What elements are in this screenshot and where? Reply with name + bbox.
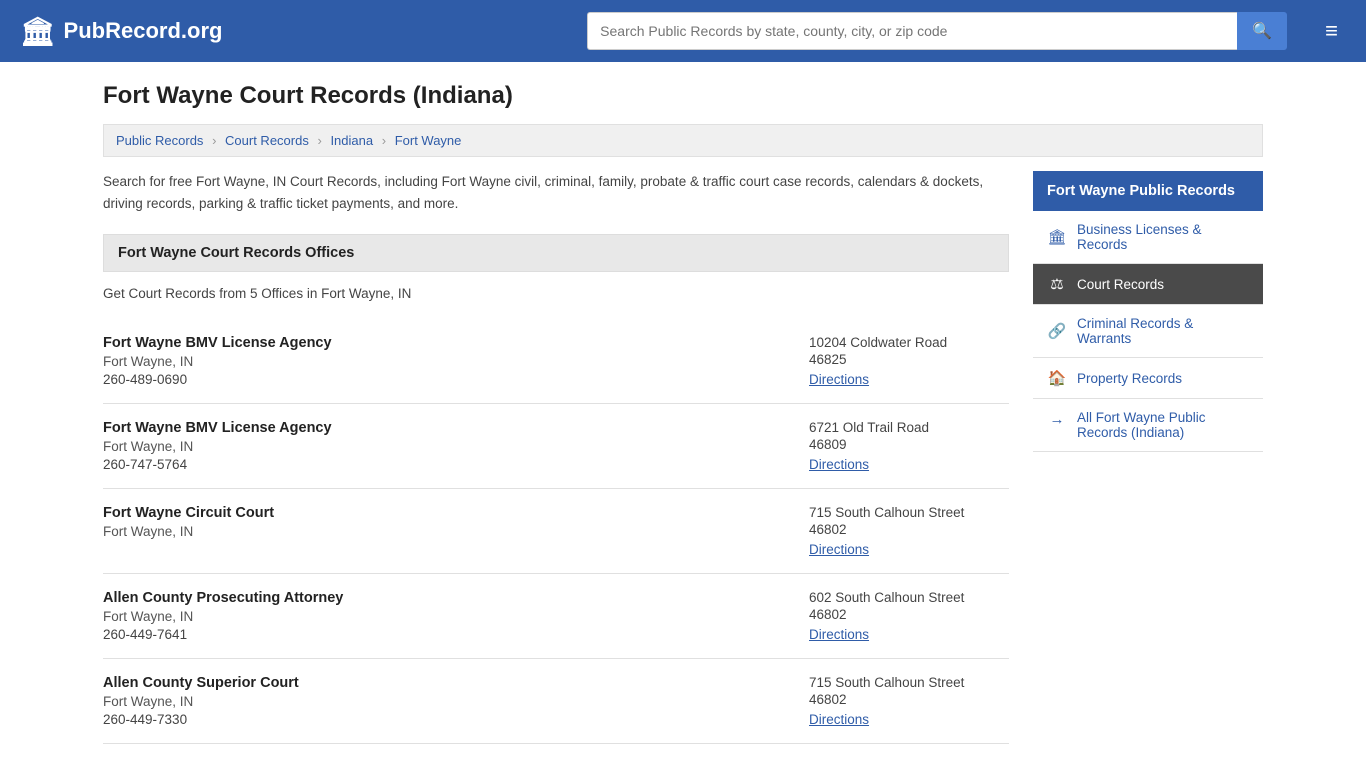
office-address: 715 South Calhoun Street [809,505,1009,520]
breadcrumb: Public Records › Court Records › Indiana… [103,124,1263,157]
office-list: Fort Wayne BMV License Agency Fort Wayne… [103,319,1009,744]
directions-link[interactable]: Directions [809,372,869,387]
page-title: Fort Wayne Court Records (Indiana) [103,82,1263,110]
sidebar-item-all[interactable]: → All Fort Wayne Public Records (Indiana… [1033,399,1263,452]
table-row: Allen County Superior Court Fort Wayne, … [103,659,1009,744]
office-right-1: 10204 Coldwater Road 46825 Directions [809,335,1009,387]
sidebar: Fort Wayne Public Records 🏛 Business Lic… [1033,171,1263,744]
office-zip: 46809 [809,437,1009,452]
logo-text: PubRecord.org [64,18,223,44]
directions-link[interactable]: Directions [809,712,869,727]
breadcrumb-sep-1: › [212,133,216,148]
office-right-4: 602 South Calhoun Street 46802 Direction… [809,590,1009,642]
office-left-1: Fort Wayne BMV License Agency Fort Wayne… [103,335,789,387]
office-city: Fort Wayne, IN [103,524,789,539]
criminal-icon: 🔗 [1047,322,1067,340]
office-zip: 46802 [809,607,1009,622]
office-phone: 260-449-7330 [103,712,789,727]
office-name: Fort Wayne BMV License Agency [103,420,789,436]
office-address: 602 South Calhoun Street [809,590,1009,605]
office-phone: 260-449-7641 [103,627,789,642]
breadcrumb-public-records[interactable]: Public Records [116,133,203,148]
office-city: Fort Wayne, IN [103,439,789,454]
sidebar-all-label: All Fort Wayne Public Records (Indiana) [1077,410,1249,440]
section-heading: Fort Wayne Court Records Offices [103,234,1009,272]
office-city: Fort Wayne, IN [103,609,789,624]
layout: Search for free Fort Wayne, IN Court Rec… [103,171,1263,744]
sidebar-title: Fort Wayne Public Records [1033,171,1263,211]
directions-link[interactable]: Directions [809,542,869,557]
breadcrumb-indiana[interactable]: Indiana [330,133,373,148]
sidebar-item-property[interactable]: 🏠 Property Records [1033,358,1263,399]
office-city: Fort Wayne, IN [103,694,789,709]
office-address: 715 South Calhoun Street [809,675,1009,690]
menu-icon: ≡ [1325,18,1338,43]
search-bar: 🔍 [587,12,1287,50]
search-button[interactable]: 🔍 [1237,12,1287,50]
sidebar-item-court[interactable]: ⚖ Court Records [1033,264,1263,305]
office-name: Allen County Superior Court [103,675,789,691]
menu-button[interactable]: ≡ [1317,14,1346,48]
search-icon: 🔍 [1252,23,1272,40]
court-icon: ⚖ [1047,275,1067,293]
office-right-5: 715 South Calhoun Street 46802 Direction… [809,675,1009,727]
office-right-2: 6721 Old Trail Road 46809 Directions [809,420,1009,472]
office-address: 6721 Old Trail Road [809,420,1009,435]
content-area: Search for free Fort Wayne, IN Court Rec… [103,171,1009,744]
header: 🏛 PubRecord.org 🔍 ≡ [0,0,1366,62]
office-address: 10204 Coldwater Road [809,335,1009,350]
logo-icon: 🏛 [20,15,56,48]
breadcrumb-sep-3: › [382,133,386,148]
sidebar-item-label: Court Records [1077,277,1164,292]
directions-link[interactable]: Directions [809,627,869,642]
office-zip: 46802 [809,522,1009,537]
table-row: Allen County Prosecuting Attorney Fort W… [103,574,1009,659]
logo[interactable]: 🏛 PubRecord.org [20,15,222,48]
office-phone: 260-489-0690 [103,372,789,387]
sidebar-item-label: Property Records [1077,371,1182,386]
business-icon: 🏛 [1047,228,1067,246]
breadcrumb-fort-wayne[interactable]: Fort Wayne [395,133,462,148]
directions-link[interactable]: Directions [809,457,869,472]
office-left-4: Allen County Prosecuting Attorney Fort W… [103,590,789,642]
office-city: Fort Wayne, IN [103,354,789,369]
office-zip: 46802 [809,692,1009,707]
office-phone: 260-747-5764 [103,457,789,472]
main-container: Fort Wayne Court Records (Indiana) Publi… [83,62,1283,764]
office-zip: 46825 [809,352,1009,367]
search-input[interactable] [587,12,1237,50]
office-name: Fort Wayne BMV License Agency [103,335,789,351]
office-name: Fort Wayne Circuit Court [103,505,789,521]
intro-text: Search for free Fort Wayne, IN Court Rec… [103,171,1009,214]
office-left-3: Fort Wayne Circuit Court Fort Wayne, IN [103,505,789,542]
office-left-5: Allen County Superior Court Fort Wayne, … [103,675,789,727]
table-row: Fort Wayne BMV License Agency Fort Wayne… [103,404,1009,489]
office-right-3: 715 South Calhoun Street 46802 Direction… [809,505,1009,557]
table-row: Fort Wayne BMV License Agency Fort Wayne… [103,319,1009,404]
breadcrumb-sep-2: › [317,133,321,148]
office-left-2: Fort Wayne BMV License Agency Fort Wayne… [103,420,789,472]
arrow-icon: → [1047,411,1067,428]
office-name: Allen County Prosecuting Attorney [103,590,789,606]
offices-count: Get Court Records from 5 Offices in Fort… [103,286,1009,301]
sidebar-item-business[interactable]: 🏛 Business Licenses & Records [1033,211,1263,264]
table-row: Fort Wayne Circuit Court Fort Wayne, IN … [103,489,1009,574]
property-icon: 🏠 [1047,369,1067,387]
sidebar-item-label: Criminal Records & Warrants [1077,316,1249,346]
sidebar-item-label: Business Licenses & Records [1077,222,1249,252]
breadcrumb-court-records[interactable]: Court Records [225,133,309,148]
sidebar-item-criminal[interactable]: 🔗 Criminal Records & Warrants [1033,305,1263,358]
